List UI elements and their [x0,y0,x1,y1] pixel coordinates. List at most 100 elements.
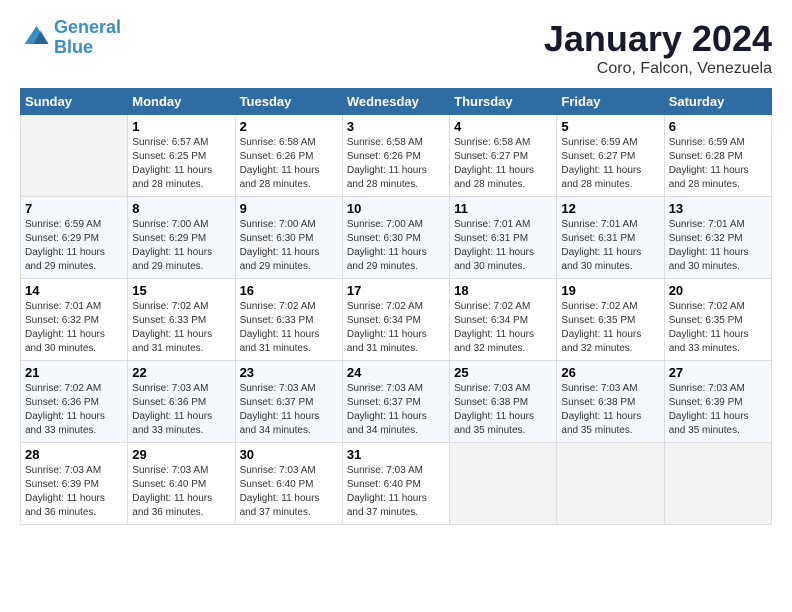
day-cell: 1 Sunrise: 6:57 AMSunset: 6:25 PMDaylight… [128,115,235,197]
calendar-title: January 2024 [544,18,772,60]
day-info: Sunrise: 6:58 AMSunset: 6:26 PMDaylight:… [347,136,445,192]
day-cell: 26 Sunrise: 7:03 AMSunset: 6:38 PMDayligh… [557,361,664,443]
logo-text: General Blue [54,18,121,58]
day-number: 11 [454,201,552,216]
day-number: 29 [132,447,230,462]
day-info: Sunrise: 7:01 AMSunset: 6:31 PMDaylight:… [561,218,659,274]
day-cell: 9Sunrise: 7:00 AMSunset: 6:30 PMDaylight… [235,197,342,279]
column-header-thursday: Thursday [450,89,557,115]
day-cell: 29Sunrise: 7:03 AMSunset: 6:40 PMDayligh… [128,443,235,525]
day-info: Sunrise: 7:02 AMSunset: 6:34 PMDaylight:… [347,300,445,356]
day-cell [21,115,128,197]
day-cell: 21 Sunrise: 7:02 AMSunset: 6:36 PMDayligh… [21,361,128,443]
day-number: 7 [25,201,123,216]
day-number: 5 [561,119,659,134]
day-info: Sunrise: 7:02 AMSunset: 6:33 PMDaylight:… [132,300,230,356]
day-info: Sunrise: 6:59 AMSunset: 6:29 PMDaylight:… [25,218,123,274]
column-header-sunday: Sunday [21,89,128,115]
day-cell [664,443,771,525]
day-info: Sunrise: 7:01 AMSunset: 6:32 PMDaylight:… [25,300,123,356]
day-number: 27 [669,365,767,380]
day-cell: 27 Sunrise: 7:03 AMSunset: 6:39 PMDayligh… [664,361,771,443]
day-cell [450,443,557,525]
day-cell: 10 Sunrise: 7:00 AMSunset: 6:30 PMDayligh… [342,197,449,279]
column-header-monday: Monday [128,89,235,115]
day-info: Sunrise: 7:03 AMSunset: 6:38 PMDaylight:… [561,382,659,438]
day-cell: 31 Sunrise: 7:03 AMSunset: 6:40 PMDayligh… [342,443,449,525]
day-cell: 3Sunrise: 6:58 AMSunset: 6:26 PMDaylight… [342,115,449,197]
day-number: 26 [561,365,659,380]
day-cell: 8 Sunrise: 7:00 AMSunset: 6:29 PMDaylight… [128,197,235,279]
day-cell: 6 Sunrise: 6:59 AMSunset: 6:28 PMDaylight… [664,115,771,197]
day-number: 18 [454,283,552,298]
day-info: Sunrise: 7:03 AMSunset: 6:40 PMDaylight:… [240,464,338,520]
day-cell: 25 Sunrise: 7:03 AMSunset: 6:38 PMDayligh… [450,361,557,443]
column-header-saturday: Saturday [664,89,771,115]
day-info: Sunrise: 7:03 AMSunset: 6:38 PMDaylight:… [454,382,552,438]
day-cell: 20 Sunrise: 7:02 AMSunset: 6:35 PMDayligh… [664,279,771,361]
day-number: 30 [240,447,338,462]
calendar-table: SundayMondayTuesdayWednesdayThursdayFrid… [20,88,772,525]
day-cell: 24Sunrise: 7:03 AMSunset: 6:37 PMDayligh… [342,361,449,443]
day-info: Sunrise: 7:03 AMSunset: 6:40 PMDaylight:… [347,464,445,520]
week-row-2: 7 Sunrise: 6:59 AMSunset: 6:29 PMDaylight… [21,197,772,279]
column-header-tuesday: Tuesday [235,89,342,115]
day-number: 10 [347,201,445,216]
day-cell [557,443,664,525]
day-info: Sunrise: 7:03 AMSunset: 6:39 PMDaylight:… [25,464,123,520]
day-number: 15 [132,283,230,298]
day-cell: 22Sunrise: 7:03 AMSunset: 6:36 PMDayligh… [128,361,235,443]
week-row-1: 1 Sunrise: 6:57 AMSunset: 6:25 PMDaylight… [21,115,772,197]
day-info: Sunrise: 7:03 AMSunset: 6:36 PMDaylight:… [132,382,230,438]
day-cell: 7 Sunrise: 6:59 AMSunset: 6:29 PMDaylight… [21,197,128,279]
day-cell: 16 Sunrise: 7:02 AMSunset: 6:33 PMDayligh… [235,279,342,361]
day-number: 6 [669,119,767,134]
day-info: Sunrise: 7:02 AMSunset: 6:33 PMDaylight:… [240,300,338,356]
logo-icon [20,23,50,53]
day-cell: 4Sunrise: 6:58 AMSunset: 6:27 PMDaylight… [450,115,557,197]
day-cell: 15 Sunrise: 7:02 AMSunset: 6:33 PMDayligh… [128,279,235,361]
day-number: 20 [669,283,767,298]
day-info: Sunrise: 7:00 AMSunset: 6:29 PMDaylight:… [132,218,230,274]
day-cell: 5Sunrise: 6:59 AMSunset: 6:27 PMDaylight… [557,115,664,197]
day-cell: 23Sunrise: 7:03 AMSunset: 6:37 PMDayligh… [235,361,342,443]
day-number: 13 [669,201,767,216]
day-cell: 11 Sunrise: 7:01 AMSunset: 6:31 PMDayligh… [450,197,557,279]
day-number: 17 [347,283,445,298]
day-info: Sunrise: 7:01 AMSunset: 6:32 PMDaylight:… [669,218,767,274]
week-row-5: 28 Sunrise: 7:03 AMSunset: 6:39 PMDayligh… [21,443,772,525]
day-cell: 30 Sunrise: 7:03 AMSunset: 6:40 PMDayligh… [235,443,342,525]
day-cell: 19 Sunrise: 7:02 AMSunset: 6:35 PMDayligh… [557,279,664,361]
page: General Blue January 2024 Coro, Falcon, … [0,0,792,612]
day-number: 28 [25,447,123,462]
day-info: Sunrise: 7:01 AMSunset: 6:31 PMDaylight:… [454,218,552,274]
day-number: 23 [240,365,338,380]
day-info: Sunrise: 7:00 AMSunset: 6:30 PMDaylight:… [347,218,445,274]
day-info: Sunrise: 7:02 AMSunset: 6:35 PMDaylight:… [669,300,767,356]
day-number: 24 [347,365,445,380]
day-cell: 13 Sunrise: 7:01 AMSunset: 6:32 PMDayligh… [664,197,771,279]
day-number: 8 [132,201,230,216]
logo: General Blue [20,18,121,58]
day-info: Sunrise: 7:02 AMSunset: 6:36 PMDaylight:… [25,382,123,438]
day-number: 21 [25,365,123,380]
day-cell: 28 Sunrise: 7:03 AMSunset: 6:39 PMDayligh… [21,443,128,525]
day-number: 31 [347,447,445,462]
header: General Blue January 2024 Coro, Falcon, … [20,18,772,78]
day-number: 9 [240,201,338,216]
column-header-wednesday: Wednesday [342,89,449,115]
day-cell: 18Sunrise: 7:02 AMSunset: 6:34 PMDayligh… [450,279,557,361]
day-info: Sunrise: 7:02 AMSunset: 6:35 PMDaylight:… [561,300,659,356]
day-info: Sunrise: 6:58 AMSunset: 6:26 PMDaylight:… [240,136,338,192]
day-number: 25 [454,365,552,380]
day-info: Sunrise: 7:03 AMSunset: 6:39 PMDaylight:… [669,382,767,438]
day-cell: 14Sunrise: 7:01 AMSunset: 6:32 PMDayligh… [21,279,128,361]
week-row-4: 21 Sunrise: 7:02 AMSunset: 6:36 PMDayligh… [21,361,772,443]
day-number: 16 [240,283,338,298]
day-info: Sunrise: 6:57 AMSunset: 6:25 PMDaylight:… [132,136,230,192]
day-number: 4 [454,119,552,134]
column-header-friday: Friday [557,89,664,115]
day-number: 1 [132,119,230,134]
day-number: 19 [561,283,659,298]
day-info: Sunrise: 6:59 AMSunset: 6:28 PMDaylight:… [669,136,767,192]
